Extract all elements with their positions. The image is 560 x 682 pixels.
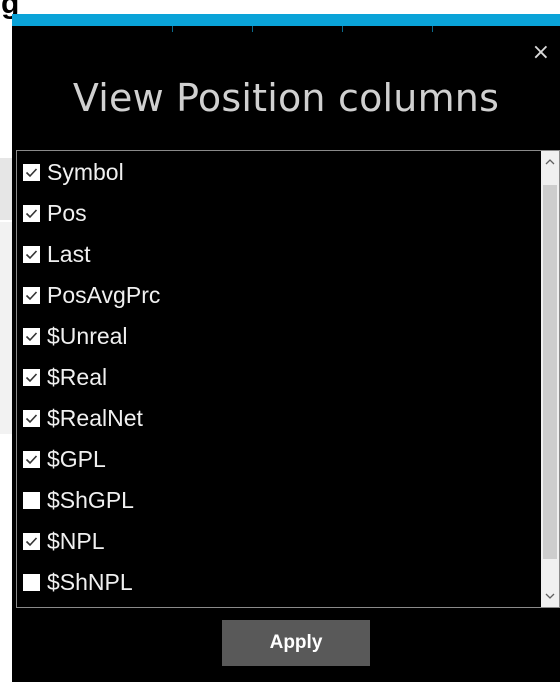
column-checkbox[interactable] [23, 328, 40, 345]
column-checkbox[interactable] [23, 451, 40, 468]
column-label: Last [47, 241, 91, 267]
column-checkbox[interactable] [23, 410, 40, 427]
column-checkbox[interactable] [23, 287, 40, 304]
column-checkbox[interactable] [23, 369, 40, 386]
column-checkbox[interactable] [23, 574, 40, 591]
column-option-row[interactable]: Symbol [17, 152, 542, 193]
column-label: $ShGPL [47, 487, 134, 513]
scroll-up-arrow-icon[interactable] [541, 151, 559, 173]
checkmark-icon [25, 414, 38, 424]
column-option-row[interactable]: Last [17, 234, 542, 275]
column-option-row[interactable]: $ShNPL [17, 562, 542, 603]
checkmark-icon [25, 455, 38, 465]
column-checkbox[interactable] [23, 492, 40, 509]
column-label: $Unreal [47, 323, 128, 349]
checkmark-icon [25, 291, 38, 301]
close-icon[interactable]: × [532, 42, 550, 64]
column-option-row[interactable]: PosAvgPrc [17, 275, 542, 316]
column-option-row[interactable]: $Unreal [17, 316, 542, 357]
column-option-row[interactable]: $Real [17, 357, 542, 398]
column-label: $ShNPL [47, 569, 133, 595]
checkmark-icon [25, 373, 38, 383]
scroll-down-arrow-icon[interactable] [541, 585, 559, 607]
checkmark-icon [25, 332, 38, 342]
column-checkbox[interactable] [23, 205, 40, 222]
background-window-edge [0, 222, 12, 434]
column-option-row[interactable]: Pos [17, 193, 542, 234]
column-option-row[interactable]: $GPL [17, 439, 542, 480]
dialog-title: View Position columns [72, 76, 500, 120]
checkmark-icon [25, 537, 38, 547]
column-option-row[interactable]: $ShGPL [17, 480, 542, 521]
scrollbar-thumb[interactable] [543, 185, 557, 559]
column-list[interactable]: Symbol Pos Last PosAvgPrc $Unreal $Real $RealN… [16, 150, 560, 608]
checkmark-icon [25, 250, 38, 260]
view-position-columns-dialog: × View Position columns Symbol Pos Last Pos… [12, 14, 560, 682]
column-option-row[interactable]: $NPL [17, 521, 542, 562]
apply-button[interactable]: Apply [222, 620, 370, 666]
column-label: $Real [47, 364, 108, 390]
vertical-scrollbar[interactable] [541, 151, 559, 607]
column-checkbox[interactable] [23, 246, 40, 263]
column-checkbox[interactable] [23, 164, 40, 181]
column-label: Pos [47, 200, 87, 226]
checkmark-icon [25, 209, 38, 219]
column-checkbox[interactable] [23, 533, 40, 550]
column-label: $GPL [47, 446, 106, 472]
column-label: $NPL [47, 528, 105, 554]
column-label: Symbol [47, 159, 124, 185]
column-label: PosAvgPrc [47, 282, 161, 308]
background-window-edge [0, 158, 12, 220]
checkmark-icon [25, 168, 38, 178]
column-option-row[interactable]: $RealNet [17, 398, 542, 439]
dialog-title-bar[interactable] [12, 26, 560, 32]
column-label: $RealNet [47, 405, 143, 431]
